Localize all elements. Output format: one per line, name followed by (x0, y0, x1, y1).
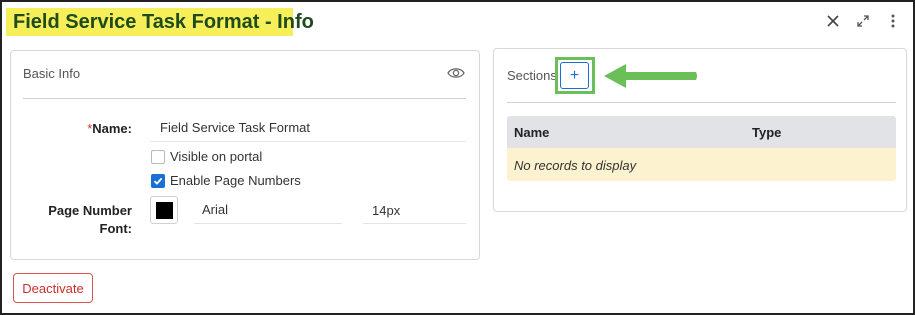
enable-page-numbers-label: Enable Page Numbers (170, 173, 301, 188)
font-size-input[interactable]: 14px (372, 203, 400, 218)
font-family-select[interactable]: Arial (202, 202, 228, 217)
name-label: *Name: (87, 121, 132, 136)
sections-divider (507, 102, 896, 103)
page-number-font-label: Page Number Font: (48, 203, 132, 236)
close-icon[interactable] (822, 10, 844, 32)
page-title: Field Service Task Format - Info (13, 11, 314, 33)
sections-title: Sections (507, 68, 557, 83)
expand-icon[interactable] (852, 10, 874, 32)
eye-icon[interactable] (447, 66, 465, 80)
font-color-picker[interactable] (150, 196, 178, 224)
sections-table-header: Name Type (507, 116, 896, 148)
name-underline (150, 141, 466, 142)
enable-page-numbers-checkbox[interactable] (151, 174, 165, 188)
basic-info-title: Basic Info (23, 66, 81, 81)
empty-message: No records to display (514, 158, 637, 173)
name-field[interactable]: Field Service Task Format (160, 120, 310, 135)
deactivate-button[interactable]: Deactivate (13, 273, 93, 303)
sections-empty-row: No records to display (507, 148, 896, 181)
card-divider (23, 98, 466, 99)
column-header-type[interactable]: Type (752, 125, 781, 140)
basic-info-card: Basic Info *Name: Field Service Task For… (10, 50, 480, 260)
visible-on-portal-checkbox[interactable] (151, 150, 165, 164)
visible-on-portal-label: Visible on portal (170, 149, 263, 164)
font-size-underline (363, 223, 466, 224)
add-section-button[interactable]: + (560, 62, 589, 89)
font-family-underline (194, 223, 342, 224)
column-header-name[interactable]: Name (514, 125, 549, 140)
more-vertical-icon[interactable] (882, 10, 904, 32)
callout-arrow (604, 64, 697, 88)
